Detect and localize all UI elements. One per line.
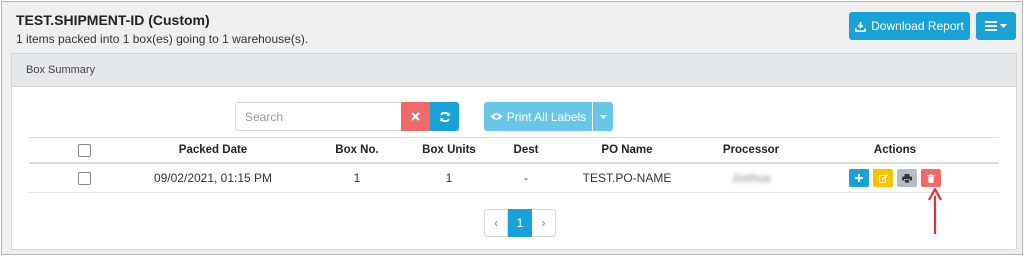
panel-title: Box Summary: [12, 54, 1016, 87]
pagination: ‹ 1 ›: [484, 209, 556, 237]
select-all-checkbox[interactable]: [77, 143, 91, 157]
annotation-arrow-icon: [928, 188, 942, 234]
table-header-row: Packed Date Box No. Box Units Dest PO Na…: [29, 137, 999, 164]
download-report-label: Download Report: [871, 19, 964, 33]
edit-icon: [878, 173, 888, 183]
print-all-labels-button[interactable]: Print All Labels: [484, 102, 592, 131]
box-no-cell: 1: [353, 171, 361, 185]
refresh-button[interactable]: [430, 102, 459, 131]
box-summary-panel: Box Summary Search Print All Labels Pack…: [11, 53, 1017, 250]
po-name-cell: TEST.PO-NAME: [582, 171, 672, 185]
row-checkbox[interactable]: [77, 171, 91, 185]
plus-icon: [855, 174, 863, 182]
hamburger-icon: [985, 21, 997, 31]
shipment-summary: 1 items packed into 1 box(es) going to 1…: [16, 32, 309, 46]
add-item-button[interactable]: [849, 169, 869, 187]
print-all-labels-label: Print All Labels: [506, 109, 587, 124]
menu-dropdown-button[interactable]: [976, 12, 1016, 40]
col-packed-date[interactable]: Packed Date: [153, 138, 273, 162]
search-input[interactable]: Search: [235, 102, 401, 131]
col-processor[interactable]: Processor: [701, 138, 801, 162]
pagination-next-button[interactable]: ›: [532, 209, 556, 237]
printer-icon: [902, 173, 912, 183]
download-report-button[interactable]: Download Report: [849, 12, 970, 40]
processor-cell: Joshua: [731, 171, 771, 185]
download-icon: [855, 21, 866, 32]
close-icon: [411, 112, 420, 121]
dest-cell: -: [524, 171, 528, 185]
packed-date-cell: 09/02/2021, 01:15 PM: [153, 171, 273, 185]
eye-icon: [490, 113, 503, 120]
print-label-button[interactable]: [897, 169, 917, 187]
clear-search-button[interactable]: [401, 102, 430, 131]
box-units-cell: 1: [445, 171, 453, 185]
col-actions: Actions: [873, 144, 917, 156]
col-po-name[interactable]: PO Name: [577, 138, 677, 162]
page-frame: TEST.SHIPMENT-ID (Custom) 1 items packed…: [1, 1, 1023, 255]
trash-icon: [927, 173, 935, 183]
shipment-title: TEST.SHIPMENT-ID (Custom): [16, 12, 210, 28]
table-row: 09/02/2021, 01:15 PM 1 1 - TEST.PO-NAME …: [29, 164, 999, 193]
caret-down-icon: [1000, 24, 1007, 28]
delete-box-button[interactable]: [921, 169, 941, 187]
row-checkbox-cell: [74, 164, 94, 192]
caret-down-icon: [599, 114, 607, 119]
pagination-page-1[interactable]: 1: [508, 209, 532, 237]
col-dest[interactable]: Dest: [491, 138, 561, 162]
select-all-checkbox-cell: [74, 138, 94, 162]
refresh-icon: [439, 111, 450, 122]
col-box-units[interactable]: Box Units: [409, 138, 489, 162]
print-options-dropdown[interactable]: [593, 102, 613, 131]
box-table: Packed Date Box No. Box Units Dest PO Na…: [29, 137, 999, 193]
pagination-prev-button[interactable]: ‹: [484, 209, 508, 237]
col-box-no[interactable]: Box No.: [317, 138, 397, 162]
edit-box-button[interactable]: [873, 169, 893, 187]
